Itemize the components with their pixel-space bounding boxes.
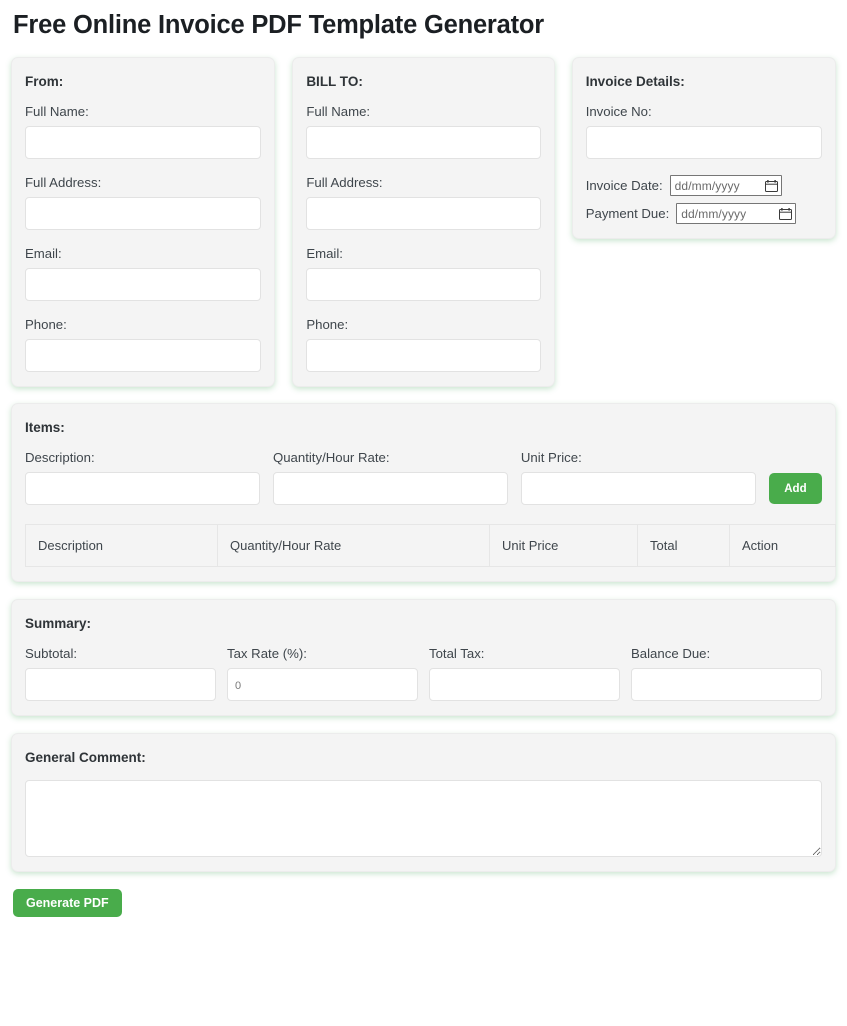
bill-to-full-address-input[interactable] — [306, 197, 541, 230]
total-tax-label: Total Tax: — [429, 646, 485, 661]
from-email-label: Email: — [25, 246, 62, 261]
subtotal-group: Subtotal: — [25, 646, 216, 701]
from-full-address-label: Full Address: — [25, 175, 102, 190]
bill-to-panel-heading: BILL TO: — [306, 74, 363, 89]
subtotal-label: Subtotal: — [25, 646, 78, 661]
invoice-generator-page: Free Online Invoice PDF Template Generat… — [0, 2, 847, 917]
total-tax-input[interactable] — [429, 668, 620, 701]
items-column-action: Action — [729, 524, 836, 567]
invoice-details-panel: Invoice Details: Invoice No: Invoice Dat… — [571, 57, 836, 239]
from-panel-heading: From: — [25, 74, 64, 89]
invoice-date-placeholder-text: dd/mm/yyyy — [674, 178, 740, 193]
payment-due-label: Payment Due: — [585, 205, 670, 221]
subtotal-input[interactable] — [25, 668, 216, 701]
items-column-quantity: Quantity/Hour Rate — [217, 524, 490, 567]
from-phone-label: Phone: — [25, 317, 67, 332]
calendar-icon[interactable] — [779, 207, 793, 220]
balance-due-group: Balance Due: — [631, 646, 822, 701]
from-panel: From: Full Name: Full Address: Email: Ph… — [11, 57, 276, 387]
items-column-total: Total — [637, 524, 730, 567]
tax-rate-group: Tax Rate (%): — [227, 646, 418, 701]
items-description-label: Description: — [25, 450, 95, 465]
invoice-date-label: Invoice Date: — [585, 177, 663, 193]
bill-to-phone-input[interactable] — [306, 339, 541, 372]
summary-panel-heading: Summary: — [25, 616, 92, 631]
tax-rate-label: Tax Rate (%): — [227, 646, 307, 661]
invoice-date-row: Invoice Date: dd/mm/yyyy — [586, 175, 822, 196]
items-description-group: Description: — [25, 450, 260, 505]
balance-due-input[interactable] — [631, 668, 822, 701]
from-phone-input[interactable] — [25, 339, 262, 372]
general-comment-heading: General Comment: — [25, 750, 146, 765]
items-unit-price-input[interactable] — [520, 472, 756, 505]
items-panel: Items: Description: Quantity/Hour Rate: … — [11, 403, 836, 582]
items-unit-price-label: Unit Price: — [520, 450, 582, 465]
items-table-header-row: Description Quantity/Hour Rate Unit Pric… — [25, 524, 836, 567]
generate-pdf-button[interactable]: Generate PDF — [13, 889, 122, 917]
from-full-name-input[interactable] — [25, 126, 262, 159]
payment-due-placeholder-text: dd/mm/yyyy — [681, 206, 747, 221]
invoice-no-input[interactable] — [585, 126, 822, 159]
bill-to-phone-label: Phone: — [306, 317, 349, 332]
from-email-input[interactable] — [25, 268, 262, 301]
add-item-button[interactable]: Add — [768, 473, 822, 504]
bill-to-email-input[interactable] — [306, 268, 541, 301]
bill-to-full-name-label: Full Name: — [306, 104, 371, 119]
calendar-icon[interactable] — [764, 179, 778, 192]
items-input-row: Description: Quantity/Hour Rate: Unit Pr… — [25, 450, 822, 505]
from-full-name-label: Full Name: — [25, 104, 89, 119]
items-quantity-input[interactable] — [272, 472, 508, 505]
items-column-unit-price: Unit Price — [489, 524, 638, 567]
items-description-input[interactable] — [25, 472, 260, 505]
bill-to-full-address-label: Full Address: — [306, 175, 383, 190]
bill-to-panel: BILL TO: Full Name: Full Address: Email:… — [292, 57, 555, 387]
total-tax-group: Total Tax: — [429, 646, 620, 701]
payment-due-row: Payment Due: dd/mm/yyyy — [586, 203, 822, 224]
balance-due-label: Balance Due: — [631, 646, 711, 661]
payment-due-input[interactable]: dd/mm/yyyy — [676, 203, 797, 224]
items-quantity-group: Quantity/Hour Rate: — [272, 450, 508, 505]
bill-to-email-label: Email: — [306, 246, 343, 261]
page-title: Free Online Invoice PDF Template Generat… — [13, 11, 545, 39]
summary-fields-row: Subtotal: Tax Rate (%): Total Tax: Balan… — [25, 646, 822, 701]
invoice-date-input[interactable]: dd/mm/yyyy — [669, 175, 782, 196]
items-table-header: Description Quantity/Hour Rate Unit Pric… — [25, 524, 836, 567]
from-full-address-input[interactable] — [25, 197, 262, 230]
summary-panel: Summary: Subtotal: Tax Rate (%): Total T… — [11, 599, 836, 716]
bill-to-full-name-input[interactable] — [306, 126, 541, 159]
tax-rate-input[interactable] — [227, 668, 418, 701]
top-panels-row: From: Full Name: Full Address: Email: Ph… — [11, 57, 836, 387]
items-panel-heading: Items: — [25, 420, 65, 435]
items-column-description: Description — [25, 524, 218, 567]
items-table: Description Quantity/Hour Rate Unit Pric… — [25, 524, 836, 567]
items-quantity-label: Quantity/Hour Rate: — [272, 450, 390, 465]
items-unit-price-group: Unit Price: — [520, 450, 756, 505]
general-comment-textarea[interactable] — [25, 780, 822, 857]
invoice-details-heading: Invoice Details: — [585, 74, 685, 89]
general-comment-panel: General Comment: — [11, 733, 836, 872]
invoice-no-label: Invoice No: — [585, 104, 652, 119]
